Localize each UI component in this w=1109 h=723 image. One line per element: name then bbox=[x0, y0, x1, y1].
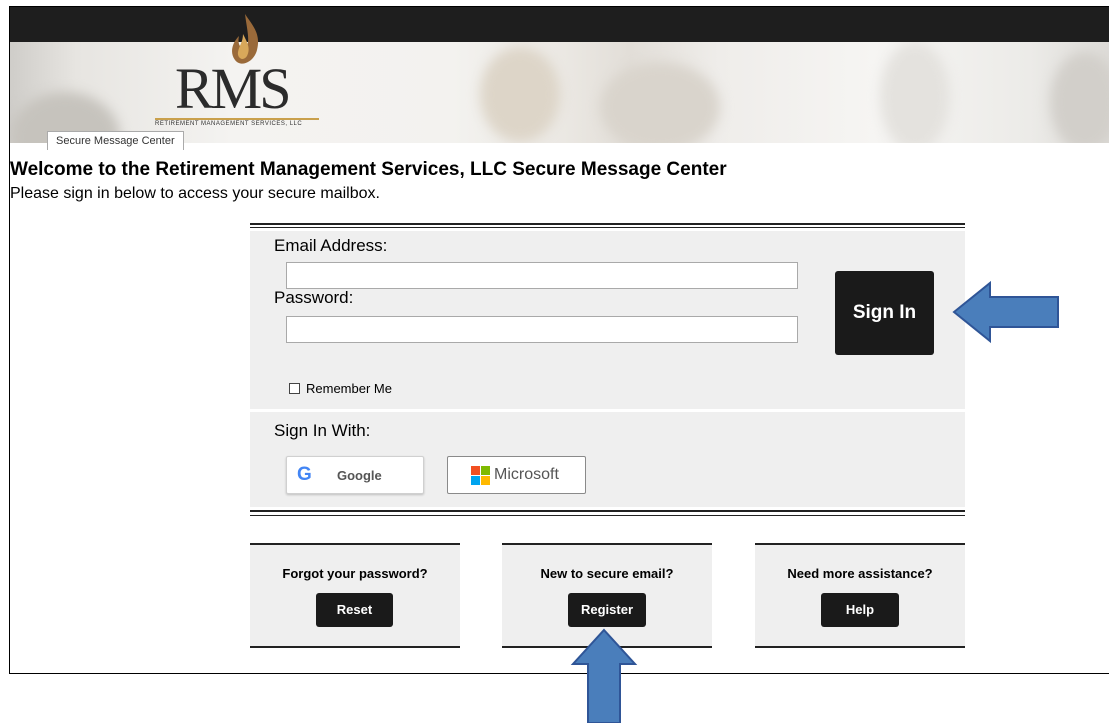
rms-logo: RMS RETIREMENT MANAGEMENT SERVICES, LLC bbox=[135, 12, 335, 138]
microsoft-icon bbox=[471, 466, 491, 486]
card-question: Need more assistance? bbox=[787, 566, 933, 581]
remember-me[interactable]: Remember Me bbox=[289, 381, 392, 396]
page-title: Welcome to the Retirement Management Ser… bbox=[10, 159, 727, 180]
logo-underline bbox=[155, 118, 319, 120]
credentials-section: Email Address: Password: Sign In Remembe… bbox=[250, 231, 965, 409]
reset-button[interactable]: Reset bbox=[316, 593, 393, 627]
login-panel: Email Address: Password: Sign In Remembe… bbox=[250, 223, 965, 516]
remember-me-checkbox[interactable] bbox=[289, 383, 300, 394]
sign-in-with-label: Sign In With: bbox=[274, 421, 371, 440]
divider bbox=[250, 223, 965, 225]
google-icon: G bbox=[297, 464, 312, 485]
card-divider bbox=[250, 543, 460, 545]
page-frame: RMS RETIREMENT MANAGEMENT SERVICES, LLC … bbox=[9, 6, 1109, 674]
divider bbox=[250, 227, 965, 228]
forgot-password-card: Forgot your password? Reset bbox=[250, 543, 460, 648]
google-sign-in-button[interactable]: G Google bbox=[286, 456, 424, 494]
page-subtitle: Please sign in below to access your secu… bbox=[10, 185, 380, 202]
up-arrow-annotation-icon bbox=[570, 628, 638, 723]
card-question: Forgot your password? bbox=[282, 566, 428, 581]
microsoft-label: Microsoft bbox=[494, 466, 559, 483]
password-label: Password: bbox=[274, 288, 354, 307]
email-label: Email Address: bbox=[274, 236, 388, 255]
tab-secure-message-center[interactable]: Secure Message Center bbox=[47, 131, 184, 150]
left-arrow-annotation-icon bbox=[952, 280, 1059, 344]
google-label: Google bbox=[337, 468, 382, 483]
card-divider bbox=[502, 543, 712, 545]
password-field[interactable] bbox=[286, 316, 798, 343]
logo-wordmark: RMS bbox=[175, 56, 292, 121]
help-button[interactable]: Help bbox=[821, 593, 899, 627]
sign-in-button[interactable]: Sign In bbox=[835, 271, 934, 355]
microsoft-sign-in-button[interactable]: Microsoft bbox=[447, 456, 586, 494]
divider bbox=[250, 515, 965, 516]
remember-me-label: Remember Me bbox=[306, 381, 392, 396]
email-field[interactable] bbox=[286, 262, 798, 289]
assistance-card: Need more assistance? Help bbox=[755, 543, 965, 648]
register-button[interactable]: Register bbox=[568, 593, 646, 627]
card-divider bbox=[250, 646, 460, 648]
logo-subtext: RETIREMENT MANAGEMENT SERVICES, LLC bbox=[155, 121, 303, 127]
divider bbox=[250, 510, 965, 512]
card-question: New to secure email? bbox=[540, 566, 674, 581]
card-divider bbox=[755, 543, 965, 545]
card-divider bbox=[755, 646, 965, 648]
